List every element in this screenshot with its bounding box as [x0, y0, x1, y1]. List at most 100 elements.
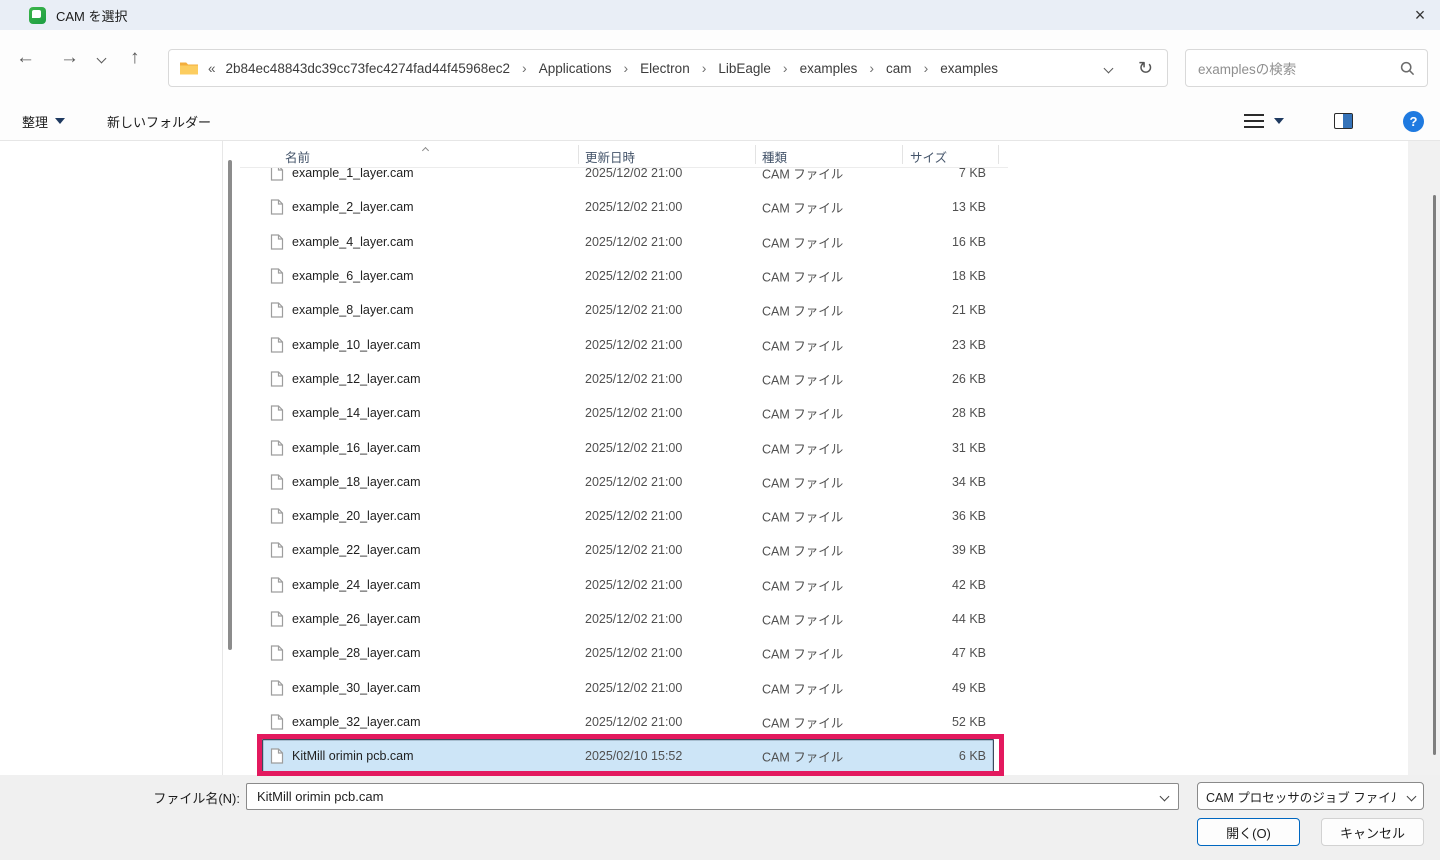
file-row[interactable]: example_28_layer.cam 2025/12/02 21:00 CA…	[262, 636, 994, 670]
file-icon	[270, 645, 284, 662]
column-divider[interactable]	[755, 145, 756, 164]
breadcrumb-item-0[interactable]: 2b84ec48843dc39cc73fec4274fad44f45968ec2	[226, 61, 511, 76]
column-header-size[interactable]: サイズ	[910, 147, 947, 166]
navigation-pane-scrollbar[interactable]	[228, 160, 232, 650]
column-header-date[interactable]: 更新日時	[585, 147, 635, 166]
navigation-pane-divider	[222, 141, 223, 775]
file-name: example_30_layer.cam	[292, 681, 421, 695]
dialog-chrome: ← → ↑ « 2b84ec48843dc39cc73fec4274fad44f…	[0, 30, 1440, 141]
file-type: CAM ファイル	[762, 232, 843, 251]
filename-input[interactable]: KitMill orimin pcb.cam	[246, 783, 1179, 810]
address-bar[interactable]: « 2b84ec48843dc39cc73fec4274fad44f45968e…	[168, 49, 1168, 87]
file-size: 34 KB	[952, 475, 986, 489]
file-size: 13 KB	[952, 200, 986, 214]
filetype-dropdown-icon	[1407, 791, 1417, 801]
file-date: 2025/12/02 21:00	[585, 200, 682, 214]
file-size: 18 KB	[952, 269, 986, 283]
file-date: 2025/12/02 21:00	[585, 543, 682, 557]
filetype-select[interactable]: CAM プロセッサのジョブ ファイル (*.	[1197, 782, 1424, 810]
breadcrumb-item-5[interactable]: cam	[886, 61, 912, 76]
file-date: 2025/12/02 21:00	[585, 612, 682, 626]
breadcrumb-prefix: «	[208, 61, 216, 76]
filename-value: KitMill orimin pcb.cam	[257, 789, 383, 804]
file-row[interactable]: example_2_layer.cam 2025/12/02 21:00 CAM…	[262, 190, 994, 224]
breadcrumb-separator: ›	[624, 60, 629, 76]
column-divider[interactable]	[902, 145, 903, 164]
view-dropdown-icon	[1274, 118, 1284, 124]
view-mode-button[interactable]	[1244, 114, 1284, 128]
file-size: 28 KB	[952, 406, 986, 420]
file-icon	[270, 679, 284, 696]
dialog-toolbar: 整理 新しいフォルダー ?	[0, 102, 1440, 140]
new-folder-button[interactable]: 新しいフォルダー	[107, 112, 211, 131]
file-row[interactable]: example_26_layer.cam 2025/12/02 21:00 CA…	[262, 602, 994, 636]
filename-label: ファイル名(N):	[153, 788, 240, 807]
forward-button[interactable]: →	[60, 48, 79, 67]
file-row[interactable]: example_8_layer.cam 2025/12/02 21:00 CAM…	[262, 293, 994, 327]
file-row[interactable]: KitMill orimin pcb.cam 2025/02/10 15:52 …	[262, 739, 994, 773]
file-icon	[270, 473, 284, 490]
file-row[interactable]: example_6_layer.cam 2025/12/02 21:00 CAM…	[262, 259, 994, 293]
file-size: 52 KB	[952, 715, 986, 729]
history-chevron-icon[interactable]	[97, 54, 107, 64]
vertical-scrollbar[interactable]	[1408, 141, 1440, 775]
file-row[interactable]: example_12_layer.cam 2025/12/02 21:00 CA…	[262, 362, 994, 396]
file-row[interactable]: example_16_layer.cam 2025/12/02 21:00 CA…	[262, 430, 994, 464]
preview-pane-icon[interactable]	[1334, 113, 1353, 129]
file-row[interactable]: example_22_layer.cam 2025/12/02 21:00 CA…	[262, 533, 994, 567]
vertical-scrollbar-thumb[interactable]	[1433, 195, 1436, 755]
organize-dropdown-icon	[55, 118, 65, 124]
column-header-name[interactable]: 名前	[285, 147, 310, 166]
file-row[interactable]: example_18_layer.cam 2025/12/02 21:00 CA…	[262, 465, 994, 499]
file-size: 44 KB	[952, 612, 986, 626]
search-input[interactable]: examplesの検索	[1185, 49, 1428, 87]
breadcrumb-item-1[interactable]: Applications	[539, 61, 612, 76]
help-icon[interactable]: ?	[1403, 111, 1424, 132]
new-folder-label: 新しいフォルダー	[107, 112, 211, 131]
file-date: 2025/12/02 21:00	[585, 338, 682, 352]
file-icon	[270, 302, 284, 319]
column-header-type[interactable]: 種類	[762, 147, 787, 166]
file-row[interactable]: example_30_layer.cam 2025/12/02 21:00 CA…	[262, 670, 994, 704]
open-button[interactable]: 開く(O)	[1197, 818, 1300, 846]
breadcrumb-item-4[interactable]: examples	[800, 61, 858, 76]
file-date: 2025/02/10 15:52	[585, 749, 682, 763]
file-type: CAM ファイル	[762, 369, 843, 388]
breadcrumb-item-6[interactable]: examples	[940, 61, 998, 76]
file-row[interactable]: example_24_layer.cam 2025/12/02 21:00 CA…	[262, 568, 994, 602]
file-date: 2025/12/02 21:00	[585, 509, 682, 523]
column-divider[interactable]	[998, 145, 999, 164]
filename-dropdown-icon[interactable]	[1160, 792, 1170, 802]
file-icon	[270, 576, 284, 593]
file-type: CAM ファイル	[762, 610, 843, 629]
up-button[interactable]: ↑	[130, 48, 140, 67]
file-name: example_16_layer.cam	[292, 441, 421, 455]
breadcrumb-item-3[interactable]: LibEagle	[718, 61, 771, 76]
back-button[interactable]: ←	[16, 48, 35, 67]
file-row[interactable]: example_20_layer.cam 2025/12/02 21:00 CA…	[262, 499, 994, 533]
file-type: CAM ファイル	[762, 541, 843, 560]
close-button[interactable]: ×	[1400, 0, 1440, 30]
file-row[interactable]: example_14_layer.cam 2025/12/02 21:00 CA…	[262, 396, 994, 430]
file-date: 2025/12/02 21:00	[585, 441, 682, 455]
breadcrumb-separator: ›	[522, 60, 527, 76]
column-divider[interactable]	[578, 145, 579, 164]
file-row[interactable]: example_4_layer.cam 2025/12/02 21:00 CAM…	[262, 225, 994, 259]
file-name: example_26_layer.cam	[292, 612, 421, 626]
file-type: CAM ファイル	[762, 438, 843, 457]
filetype-value: CAM プロセッサのジョブ ファイル (*.	[1206, 787, 1396, 806]
file-icon	[270, 713, 284, 730]
file-row[interactable]: example_32_layer.cam 2025/12/02 21:00 CA…	[262, 705, 994, 739]
refresh-icon[interactable]: ↻	[1138, 58, 1153, 79]
file-icon	[270, 199, 284, 216]
address-dropdown-icon[interactable]	[1103, 63, 1113, 73]
file-row[interactable]: example_10_layer.cam 2025/12/02 21:00 CA…	[262, 327, 994, 361]
file-name: KitMill orimin pcb.cam	[292, 749, 414, 763]
cancel-button[interactable]: キャンセル	[1321, 818, 1424, 846]
breadcrumb-separator: ›	[783, 60, 788, 76]
breadcrumb-separator: ›	[869, 60, 874, 76]
folder-icon	[179, 60, 199, 76]
file-name: example_12_layer.cam	[292, 372, 421, 386]
breadcrumb-item-2[interactable]: Electron	[640, 61, 690, 76]
organize-button[interactable]: 整理	[22, 112, 65, 131]
